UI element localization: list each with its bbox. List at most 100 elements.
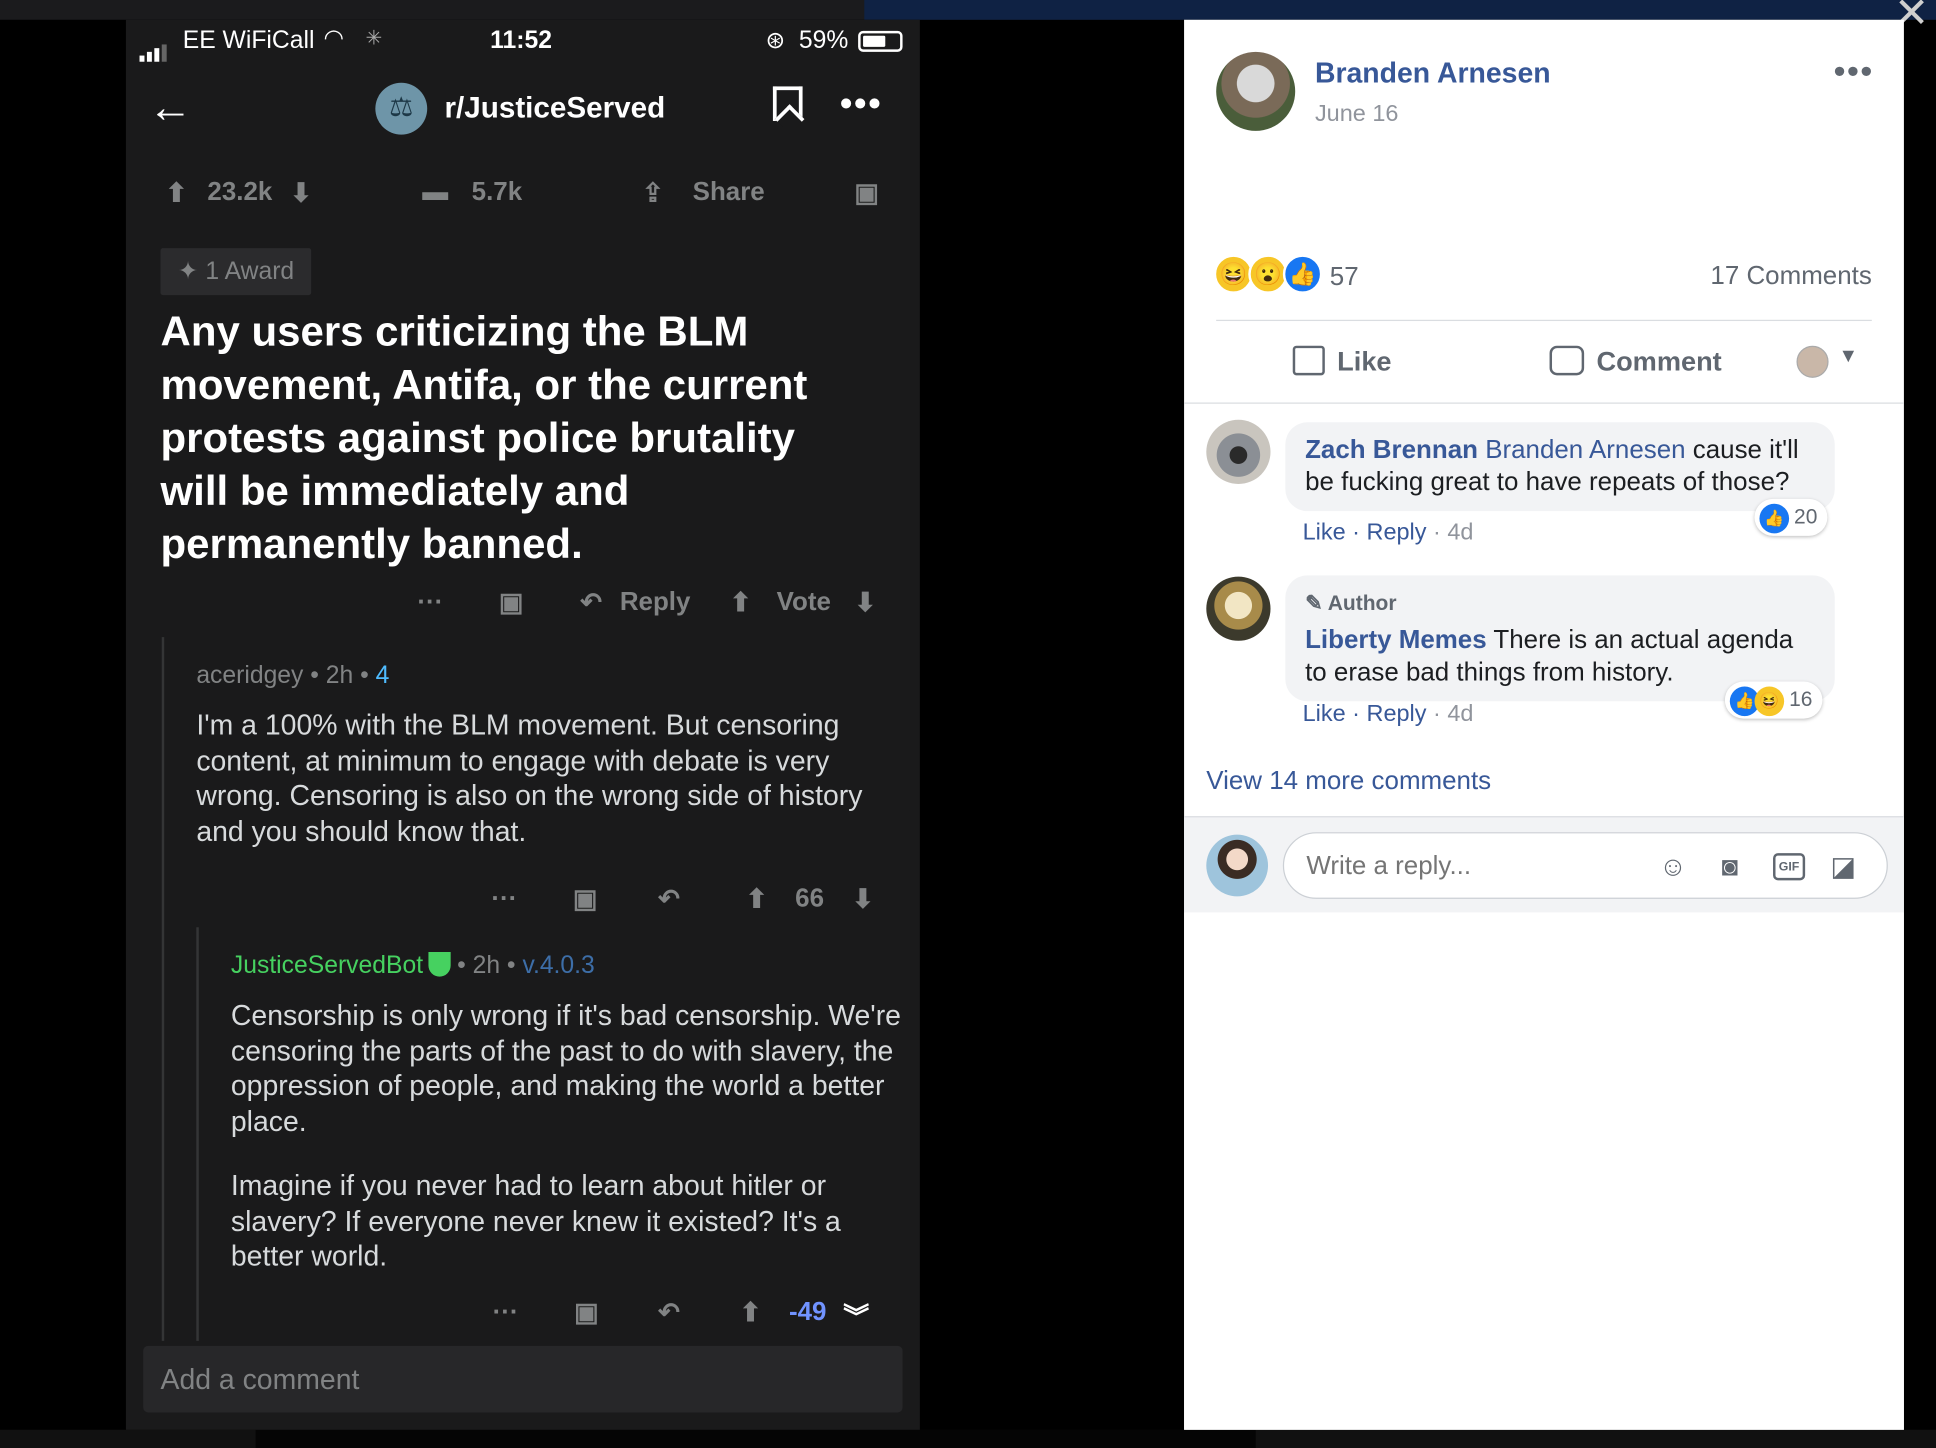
more-options-icon[interactable]: ••• bbox=[840, 84, 883, 126]
avatar[interactable] bbox=[1206, 419, 1271, 485]
chevron-down-icon[interactable]: ▼ bbox=[1838, 346, 1858, 368]
downvote-icon[interactable]: ⬇ bbox=[852, 884, 874, 915]
rotation-lock-icon: ⊛ bbox=[765, 28, 786, 55]
share-icon[interactable]: ⇪ bbox=[642, 178, 664, 209]
back-arrow-icon[interactable]: ← bbox=[148, 81, 192, 133]
post-actions: Like Comment ▼ bbox=[1184, 338, 1904, 387]
gift-award-icon[interactable]: ▣ bbox=[574, 1298, 599, 1329]
wifi-icon: ◠ bbox=[323, 25, 344, 52]
downvote-icon[interactable]: ⬇ bbox=[290, 178, 312, 209]
like-icon: 👍 bbox=[1759, 503, 1790, 533]
upvote-icon[interactable]: ⬆ bbox=[165, 178, 187, 209]
award-icon: ✦ bbox=[177, 258, 206, 286]
comment-reply-link[interactable]: Reply bbox=[1367, 701, 1427, 727]
comment-body: I'm a 100% with the BLM movement. But ce… bbox=[196, 708, 863, 847]
vote-label: Vote bbox=[776, 587, 831, 617]
battery-icon bbox=[858, 30, 903, 52]
commenter-name[interactable]: Liberty Memes bbox=[1305, 626, 1487, 654]
more-dots-icon[interactable]: ··· bbox=[491, 884, 517, 914]
commenter-name[interactable]: Zach Brennan bbox=[1305, 436, 1478, 464]
divider bbox=[1184, 402, 1904, 404]
upvote-icon[interactable]: ⬆ bbox=[740, 1298, 762, 1329]
emoji-icon[interactable]: ☺ bbox=[1657, 851, 1689, 883]
post-date[interactable]: June 16 bbox=[1315, 101, 1398, 128]
reaction-pill[interactable]: 👍 20 bbox=[1754, 498, 1828, 536]
comment-username[interactable]: aceridgey bbox=[196, 662, 303, 689]
reply-button[interactable]: Reply bbox=[620, 588, 691, 618]
avatar[interactable] bbox=[1796, 345, 1829, 378]
camera-icon[interactable]: ◙ bbox=[1714, 851, 1746, 883]
comment-paragraph: Censorship is only wrong if it's bad cen… bbox=[230, 998, 901, 1137]
reply-arrow-icon[interactable]: ↶ bbox=[658, 884, 680, 915]
mod-shield-icon bbox=[427, 951, 451, 977]
upvote-icon[interactable]: ⬆ bbox=[730, 588, 752, 619]
comment-meta: JusticeServedBot • 2h • v.4.0.3 bbox=[230, 951, 595, 980]
mention-tag[interactable]: Branden Arnesen bbox=[1485, 436, 1685, 464]
reply-input-wrapper: ☺ ◙ GIF ◪ bbox=[1282, 832, 1888, 899]
award-label: 1 Award bbox=[205, 258, 295, 286]
avatar[interactable] bbox=[1216, 51, 1296, 131]
comment-links: Like · Reply · 4d bbox=[1302, 701, 1474, 728]
subreddit-scales-icon[interactable]: ⚖ bbox=[375, 82, 428, 135]
view-more-comments-link[interactable]: View 14 more comments bbox=[1206, 767, 1491, 797]
comments-icon[interactable]: ▬ bbox=[422, 178, 448, 208]
comment-links: Like · Reply · 4d bbox=[1302, 519, 1474, 546]
carrier-label: EE WiFiCall bbox=[182, 27, 315, 55]
haha-icon: 😆 bbox=[1754, 685, 1785, 716]
add-comment-input[interactable]: Add a comment bbox=[143, 1345, 903, 1413]
like-button[interactable]: Like bbox=[1292, 345, 1392, 378]
subreddit-name[interactable]: r/JusticeServed bbox=[444, 91, 665, 126]
reddit-phone-screenshot: EE WiFiCall ◠ ✳ 11:52 ⊛ 59% ← ⚖ r/Justic… bbox=[125, 19, 920, 1430]
award-badge[interactable]: ✦ 1 Award bbox=[160, 248, 312, 296]
more-dots-icon[interactable]: ··· bbox=[493, 1298, 519, 1328]
screenshot-stage: ✕ EE WiFiCall ◠ ✳ 11:52 ⊛ 59% ← ⚖ r/Just… bbox=[0, 0, 1936, 1448]
facebook-post-screenshot: Branden Arnesen June 16 ••• 😆 😮 👍 57 17 … bbox=[1184, 19, 1904, 1430]
gift-award-icon[interactable]: ▣ bbox=[499, 588, 524, 619]
comment-bubble-icon bbox=[1549, 345, 1585, 376]
reaction-count: 20 bbox=[1794, 504, 1818, 529]
comment-username[interactable]: JusticeServedBot bbox=[231, 952, 423, 979]
post-footer-bar: ··· ▣ ↶ Reply ⬆ Vote ⬇ bbox=[126, 588, 920, 625]
activity-icon: ✳ bbox=[365, 28, 383, 50]
comment-time[interactable]: 4d bbox=[1447, 520, 1473, 546]
comment-time[interactable]: 4d bbox=[1447, 701, 1473, 727]
reply-arrow-icon[interactable]: ↶ bbox=[580, 588, 602, 619]
comment-age: 2h bbox=[325, 661, 354, 689]
comment-like-link[interactable]: Like bbox=[1303, 701, 1346, 727]
empty-area bbox=[1184, 912, 1904, 1430]
sticker-icon[interactable]: ◪ bbox=[1827, 851, 1859, 883]
comment-reply-link[interactable]: Reply bbox=[1367, 520, 1427, 546]
reaction-count[interactable]: 57 bbox=[1330, 263, 1359, 293]
comment-age: 2h bbox=[472, 951, 501, 980]
comment-button[interactable]: Comment bbox=[1549, 345, 1722, 378]
gift-award-icon[interactable]: ▣ bbox=[854, 178, 879, 209]
reply-input[interactable] bbox=[1306, 848, 1640, 886]
post-action-bar: ⬆ 23.2k ⬇ ▬ 5.7k ⇪ Share ▣ bbox=[126, 178, 920, 220]
more-dots-icon[interactable]: ··· bbox=[417, 588, 443, 618]
reaction-pill[interactable]: 👍 😆 16 bbox=[1724, 681, 1823, 719]
downvote-icon[interactable]: ⬇ bbox=[854, 588, 876, 619]
battery-percent: 59% bbox=[798, 27, 849, 55]
clock: 11:52 bbox=[490, 27, 552, 55]
status-bar: EE WiFiCall ◠ ✳ 11:52 ⊛ 59% bbox=[126, 20, 920, 67]
reply-arrow-icon[interactable]: ↶ bbox=[658, 1298, 680, 1329]
gift-award-icon[interactable]: ▣ bbox=[573, 884, 598, 915]
upvote-icon[interactable]: ⬆ bbox=[746, 884, 768, 915]
comment-body: Censorship is only wrong if it's bad cen… bbox=[231, 998, 904, 1274]
comment-action-bar: ··· ▣ ↶ ⬆ 66 ⬇ bbox=[164, 884, 920, 921]
gif-icon[interactable]: GIF bbox=[1773, 853, 1806, 881]
background-top-bar bbox=[0, 0, 1936, 20]
more-options-icon[interactable]: ••• bbox=[1834, 52, 1874, 92]
avatar[interactable] bbox=[1206, 576, 1271, 641]
share-button[interactable]: Share bbox=[693, 178, 765, 208]
haha-icon: 😆 bbox=[1213, 254, 1254, 294]
collapse-chevron-icon[interactable]: ︾ bbox=[843, 1298, 869, 1335]
comment-action-bar: ··· ▣ ↶ ⬆ -49 ︾ bbox=[199, 1298, 920, 1335]
bookmark-icon[interactable] bbox=[772, 86, 803, 122]
comment-like-link[interactable]: Like bbox=[1303, 520, 1346, 546]
comments-count-link[interactable]: 17 Comments bbox=[1710, 262, 1871, 292]
post-author-name[interactable]: Branden Arnesen bbox=[1315, 57, 1551, 90]
reddit-nav-bar: ← ⚖ r/JusticeServed ••• bbox=[126, 72, 920, 146]
post-title: Any users criticizing the BLM movement, … bbox=[160, 308, 808, 568]
comment-bubble: Zach Brennan Branden Arnesen cause it'll… bbox=[1285, 422, 1835, 512]
